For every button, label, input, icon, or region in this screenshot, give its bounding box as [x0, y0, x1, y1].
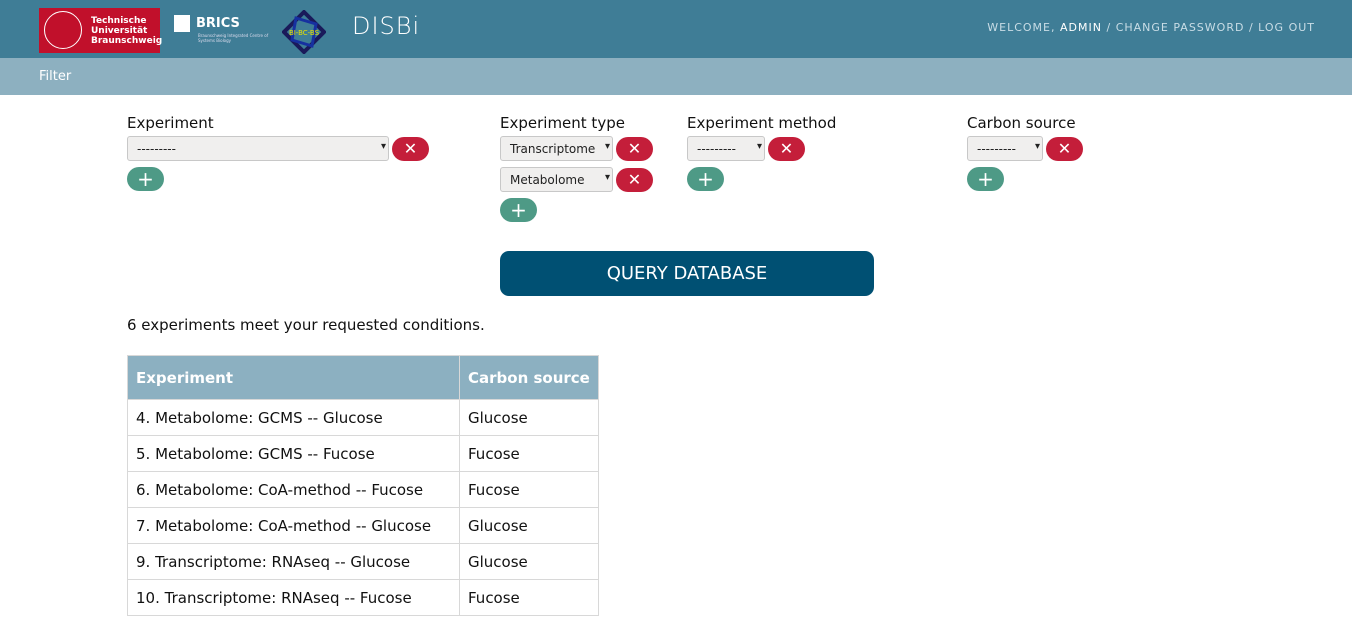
table-row: 10. Transcriptome: RNAseq -- Fucose Fucos…: [127, 579, 599, 616]
carbon-source-cell: Glucose: [459, 399, 599, 436]
add-experiment-type-button[interactable]: +: [500, 198, 537, 222]
carbon-source-label: Carbon source: [967, 114, 1076, 132]
carbon-source-filter: Carbon source --------- ✕ +: [967, 114, 1083, 191]
carbon-source-cell: Fucose: [459, 579, 599, 616]
plus-icon: +: [510, 198, 527, 222]
column-header-experiment[interactable]: Experiment: [127, 355, 460, 400]
table-row: 9. Transcriptome: RNAseq -- Glucose Gluco…: [127, 543, 599, 580]
results-table: Experiment Carbon source 4. Metabolome: …: [127, 355, 599, 616]
column-header-carbon-source[interactable]: Carbon source: [459, 355, 599, 400]
close-icon: ✕: [627, 139, 642, 158]
experiment-select[interactable]: ---------: [127, 136, 389, 161]
add-carbon-source-button[interactable]: +: [967, 167, 1004, 191]
tu-seal-icon: [44, 11, 82, 49]
carbon-source-cell: Fucose: [459, 435, 599, 472]
close-icon: ✕: [627, 170, 642, 189]
sub-navigation: Filter: [0, 58, 1352, 95]
plus-icon: +: [697, 167, 714, 191]
carbon-source-select[interactable]: ---------: [967, 136, 1043, 161]
carbon-source-cell: Fucose: [459, 471, 599, 508]
table-row: 4. Metabolome: GCMS -- Glucose Glucose: [127, 399, 599, 436]
close-icon: ✕: [403, 139, 418, 158]
query-database-button[interactable]: QUERY DATABASE: [500, 251, 874, 296]
experiment-label: Experiment: [127, 114, 214, 132]
experiment-cell: 10. Transcriptome: RNAseq -- Fucose: [127, 579, 460, 616]
change-password-link[interactable]: CHANGE PASSWORD: [1116, 21, 1245, 34]
experiment-type-select[interactable]: Transcriptome: [500, 136, 613, 161]
table-row: 5. Metabolome: GCMS -- Fucose Fucose: [127, 435, 599, 472]
table-header-row: Experiment Carbon source: [127, 355, 599, 400]
separator: /: [1106, 21, 1112, 34]
carbon-source-cell: Glucose: [459, 507, 599, 544]
brics-logo-text: BRICS: [196, 16, 240, 31]
brics-mark-icon: [174, 15, 190, 32]
experiment-cell: 7. Metabolome: CoA-method -- Glucose: [127, 507, 460, 544]
filter-nav-item[interactable]: Filter: [39, 69, 71, 84]
username: ADMIN: [1060, 21, 1102, 34]
experiment-cell: 5. Metabolome: GCMS -- Fucose: [127, 435, 460, 472]
remove-experiment-type-button[interactable]: ✕: [616, 167, 653, 192]
user-menu: WELCOME, ADMIN / CHANGE PASSWORD / LOG O…: [987, 21, 1315, 34]
add-experiment-button[interactable]: +: [127, 167, 164, 191]
experiment-method-filter: Experiment method --------- ✕ +: [687, 114, 836, 191]
experiment-cell: 4. Metabolome: GCMS -- Glucose: [127, 399, 460, 436]
remove-experiment-method-button[interactable]: ✕: [768, 136, 805, 161]
welcome-text: WELCOME,: [987, 21, 1056, 34]
brics-logo[interactable]: BRICS Braunschweig Integrated Centre of S…: [174, 15, 268, 43]
experiment-method-label: Experiment method: [687, 114, 837, 132]
brics-subtitle: Braunschweig Integrated Centre of System…: [198, 33, 269, 43]
experiment-type-select[interactable]: Metabolome: [500, 167, 613, 192]
add-experiment-method-button[interactable]: +: [687, 167, 724, 191]
remove-experiment-type-button[interactable]: ✕: [616, 136, 653, 161]
close-icon: ✕: [779, 139, 794, 158]
separator: /: [1248, 21, 1254, 34]
experiment-type-filter: Experiment type Transcriptome ✕ Metabolom…: [500, 114, 653, 222]
app-title[interactable]: DISBi: [352, 12, 420, 40]
logout-link[interactable]: LOG OUT: [1258, 21, 1315, 34]
plus-icon: +: [137, 167, 154, 191]
plus-icon: +: [977, 167, 994, 191]
remove-carbon-source-button[interactable]: ✕: [1046, 136, 1083, 161]
experiment-method-select[interactable]: ---------: [687, 136, 765, 161]
close-icon: ✕: [1057, 139, 1072, 158]
remove-experiment-button[interactable]: ✕: [392, 136, 429, 161]
tu-logo-text: Technische Universität Braunschweig: [91, 16, 163, 46]
table-row: 6. Metabolome: CoA-method -- Fucose Fucos…: [127, 471, 599, 508]
experiment-cell: 9. Transcriptome: RNAseq -- Glucose: [127, 543, 460, 580]
table-row: 7. Metabolome: CoA-method -- Glucose Gluc…: [127, 507, 599, 544]
experiment-type-label: Experiment type: [500, 114, 625, 132]
result-count: 6 experiments meet your requested condit…: [127, 316, 485, 334]
top-bar: Technische Universität Braunschweig BRIC…: [0, 0, 1352, 58]
bi-bc-bs-logo-text: BI-BC-BS: [289, 29, 320, 37]
experiment-filter: Experiment --------- ✕ +: [127, 114, 429, 191]
carbon-source-cell: Glucose: [459, 543, 599, 580]
experiment-cell: 6. Metabolome: CoA-method -- Fucose: [127, 471, 460, 508]
tu-braunschweig-logo[interactable]: Technische Universität Braunschweig: [39, 8, 163, 53]
bi-bc-bs-logo[interactable]: BI-BC-BS: [282, 10, 326, 54]
